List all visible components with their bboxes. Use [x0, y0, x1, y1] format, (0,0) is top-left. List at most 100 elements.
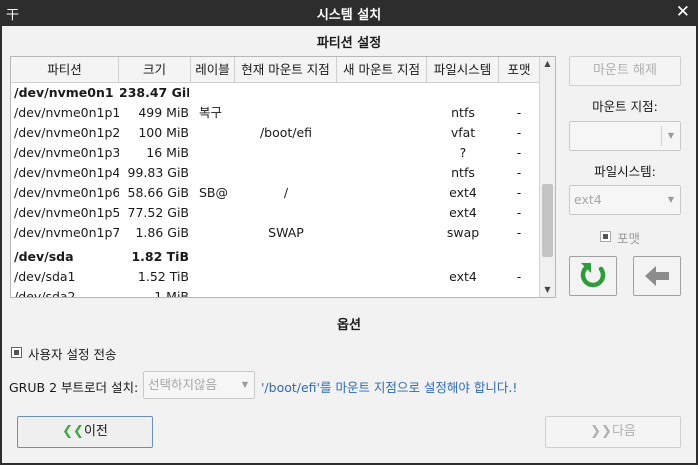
table-scrollbar[interactable]: ▲ ▼ — [539, 57, 555, 297]
column-header-partition[interactable]: 파티션 — [11, 57, 119, 82]
cell-current-mount — [235, 103, 337, 123]
cell-format: - — [516, 165, 522, 180]
cell-label — [199, 267, 235, 287]
cell-format — [499, 247, 539, 267]
disk-row[interactable]: /dev/nvme0n1 238.47 GiB — [11, 83, 539, 103]
unmount-button[interactable]: 마운트 해제 — [569, 56, 681, 86]
table-row[interactable]: /dev/nvme0n1p2 100 MiB/boot/efi vfat - — [11, 123, 539, 143]
scrollbar-thumb[interactable] — [542, 184, 553, 257]
table-row[interactable]: /dev/nvme0n1p3 16 MiB? - — [11, 143, 539, 163]
installer-window: 干 시스템 설치 ✕ 파티션 설정 파티션 크기 레이블 현재 마운트 지점 새… — [0, 0, 698, 465]
partition-table[interactable]: 파티션 크기 레이블 현재 마운트 지점 새 마운트 지점 파일시스템 포맷 /… — [10, 56, 556, 298]
mount-point-combo[interactable]: ▼ — [569, 121, 681, 151]
cell-current-mount — [235, 267, 337, 287]
scroll-up-icon[interactable]: ▲ — [540, 57, 555, 71]
grub-warning-message: '/boot/efi'를 마운트 지점으로 설정해야 합니다.! — [261, 380, 518, 395]
cell-new-mount — [337, 183, 427, 203]
next-button[interactable]: ❯❯다음 — [545, 416, 681, 448]
refresh-icon — [580, 263, 606, 288]
cell-current-mount — [235, 163, 337, 183]
table-row[interactable]: /dev/nvme0n1p1 499 MiB 복구 ntfs - — [11, 103, 539, 123]
table-row[interactable]: /dev/nvme0n1p6 58.66 GiB SB@ / ext4 - — [11, 183, 539, 203]
column-header-filesystem[interactable]: 파일시스템 — [427, 57, 499, 82]
cell-size: 1 MiB — [154, 289, 189, 298]
scroll-down-icon[interactable]: ▼ — [540, 283, 555, 297]
chevron-down-icon: ▼ — [241, 380, 249, 389]
close-icon[interactable]: ✕ — [676, 2, 690, 22]
refresh-button[interactable] — [569, 256, 617, 296]
table-header: 파티션 크기 레이블 현재 마운트 지점 새 마운트 지점 파일시스템 포맷 — [11, 57, 539, 83]
cell-label: 복구 — [199, 105, 223, 120]
cell-format: - — [516, 205, 522, 220]
cell-new-mount — [337, 267, 427, 287]
cell-size: 77.52 GiB — [127, 205, 190, 220]
column-header-format[interactable]: 포맷 — [499, 57, 539, 82]
transfer-settings-checkbox[interactable] — [11, 347, 22, 358]
prev-button-label: 이전 — [83, 424, 108, 439]
chevron-down-icon: ▼ — [661, 126, 680, 146]
cell-filesystem: ? — [459, 145, 467, 160]
cell-label — [199, 287, 235, 297]
cell-filesystem — [427, 83, 499, 103]
cell-size: 58.66 GiB — [127, 185, 190, 200]
cell-format: - — [516, 105, 522, 120]
cell-partition: /dev/nvme0n1p7 — [14, 225, 119, 240]
cell-format: - — [516, 185, 522, 200]
table-row[interactable]: /dev/sda2 1 MiB — [11, 287, 539, 298]
column-header-current-mount[interactable]: 현재 마운트 지점 — [235, 57, 337, 82]
options-section-title: 옵션 — [337, 318, 361, 333]
disk-row[interactable]: /dev/sda 1.82 TiB — [11, 247, 539, 267]
grub-select[interactable]: 선택하지않음 ▼ — [143, 371, 255, 399]
column-header-label[interactable]: 레이블 — [191, 57, 235, 82]
double-chevron-right-icon: ❯❯ — [590, 424, 612, 439]
cell-filesystem: swap — [446, 225, 480, 240]
filesystem-value: ext4 — [574, 192, 602, 207]
cell-size: 100 MiB — [138, 125, 189, 140]
cell-size: 1.52 TiB — [137, 269, 189, 284]
cell-new-mount — [337, 83, 427, 103]
cell-label — [199, 247, 235, 267]
cell-current-mount — [235, 83, 337, 103]
table-row[interactable]: /dev/nvme0n1p5 77.52 GiB ext4 - — [11, 203, 539, 223]
cell-format: - — [516, 225, 522, 240]
column-header-new-mount[interactable]: 새 마운트 지점 — [337, 57, 427, 82]
cell-size: 1.82 TiB — [131, 249, 189, 264]
table-row[interactable]: /dev/nvme0n1p4 99.83 GiB ntfs - — [11, 163, 539, 183]
cell-new-mount — [337, 287, 427, 297]
cell-partition: /dev/nvme0n1 — [14, 85, 114, 100]
cell-new-mount — [337, 163, 427, 183]
back-button[interactable] — [633, 256, 681, 296]
window-title: 시스템 설치 — [316, 8, 382, 23]
grub-label: GRUB 2 부트로더 설치: — [9, 380, 139, 395]
format-checkbox[interactable] — [600, 231, 611, 242]
transfer-settings-label: 사용자 설정 전송 — [28, 347, 117, 362]
cell-current-mount — [235, 287, 337, 297]
format-checkbox-label: 포맷 — [617, 231, 641, 246]
next-button-label: 다음 — [611, 424, 636, 439]
cell-new-mount — [337, 123, 427, 143]
cell-format: - — [516, 145, 522, 160]
cell-new-mount — [337, 223, 427, 243]
cell-filesystem: ext4 — [449, 205, 477, 220]
cell-size: 238.47 GiB — [119, 85, 189, 100]
column-header-size[interactable]: 크기 — [119, 57, 191, 82]
table-row[interactable]: /dev/sda1 1.52 TiB ext4 - — [11, 267, 539, 287]
cell-current-mount: SWAP — [268, 225, 304, 240]
prev-button[interactable]: ❮❮이전 — [17, 416, 153, 448]
cell-label — [199, 223, 235, 243]
filesystem-label: 파일시스템: — [594, 164, 656, 179]
cell-filesystem: vfat — [450, 125, 476, 140]
double-chevron-left-icon: ❮❮ — [62, 424, 84, 439]
cell-filesystem: ext4 — [449, 269, 477, 284]
cell-label — [199, 203, 235, 223]
cell-format: - — [516, 125, 522, 140]
table-row[interactable]: /dev/nvme0n1p7 1.86 GiB SWAP swap - — [11, 223, 539, 243]
cell-size: 1.86 GiB — [135, 225, 189, 240]
filesystem-combo[interactable]: ext4 ▼ — [569, 185, 681, 215]
cell-filesystem: ext4 — [449, 185, 477, 200]
cell-current-mount: /boot/efi — [259, 125, 313, 140]
cell-current-mount — [235, 203, 337, 223]
cell-new-mount — [337, 103, 427, 123]
mount-point-label: 마운트 지점: — [592, 99, 658, 114]
cell-format — [499, 287, 539, 297]
